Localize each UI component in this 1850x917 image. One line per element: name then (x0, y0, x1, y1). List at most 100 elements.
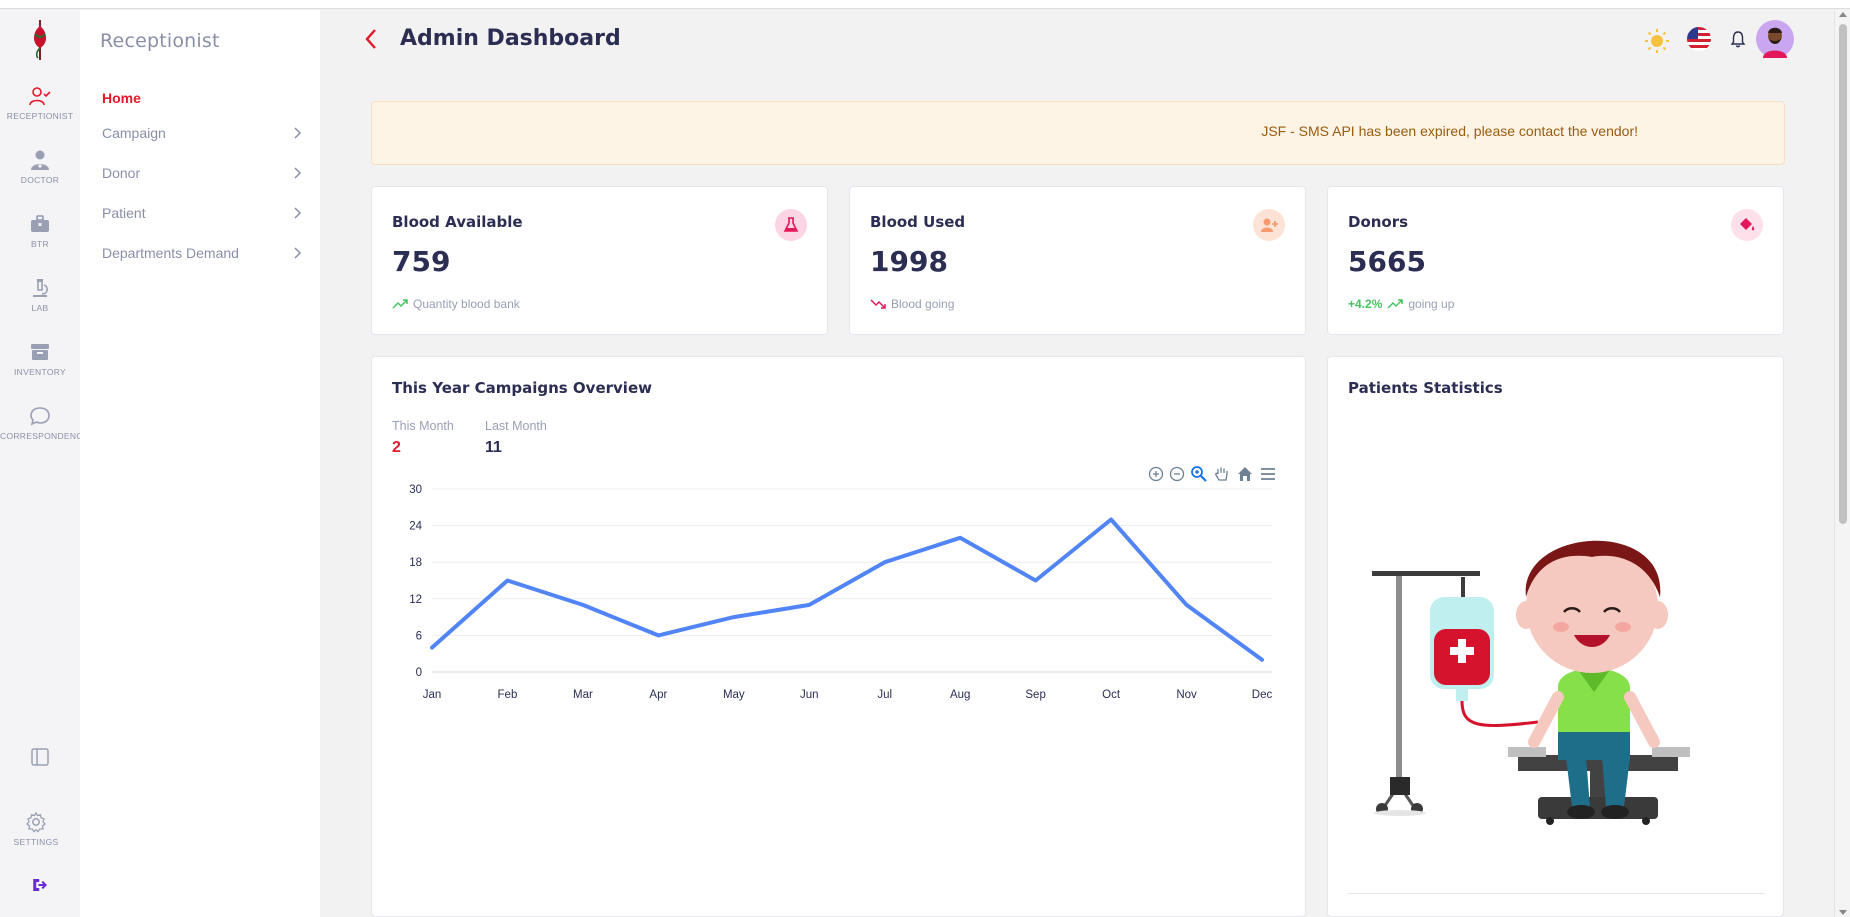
this-month-value: 2 (392, 439, 401, 456)
stat-value: 759 (392, 245, 451, 278)
stat-subtext-label: Quantity blood bank (413, 297, 520, 311)
alert-message: JSF - SMS API has been expired, please c… (1261, 123, 1638, 139)
rail-item-btr[interactable]: BTR (0, 212, 80, 249)
rail-label: SETTINGS (13, 837, 59, 847)
y-tick-label: 30 (409, 484, 422, 496)
stat-card-blood-available: Blood Available 759 Quantity blood bank (371, 186, 828, 335)
section-sidebar: Receptionist Home Campaign Donor Patient… (80, 10, 320, 917)
back-arrow-icon[interactable] (364, 28, 378, 50)
x-tick-label: Aug (950, 689, 970, 701)
app-logo-icon[interactable] (28, 18, 52, 62)
stat-value: 5665 (1348, 245, 1426, 278)
y-tick-label: 24 (409, 521, 422, 533)
chat-bubble-icon (30, 407, 50, 426)
icon-rail: RECEPTIONIST DOCTOR BTR LAB INVENTORY CO… (0, 10, 89, 917)
y-tick-label: 12 (409, 594, 422, 606)
archive-box-icon (31, 344, 49, 360)
stat-card-donors: Donors 5665 +4.2% going up (1327, 186, 1784, 335)
stat-card-blood-used: Blood Used 1998 Blood going (849, 186, 1306, 335)
x-tick-label: Jun (800, 689, 819, 701)
x-tick-label: Dec (1252, 689, 1273, 701)
scrollbar-thumb[interactable] (1839, 24, 1847, 524)
sun-icon[interactable] (1644, 28, 1670, 54)
doctor-icon (31, 150, 49, 170)
rail-label: DOCTOR (20, 175, 60, 185)
stat-badge (1253, 209, 1285, 241)
chevron-right-icon (294, 167, 302, 179)
x-tick-label: May (723, 689, 745, 701)
subnav-item-campaign[interactable]: Campaign (102, 125, 302, 141)
briefcase-icon (31, 215, 49, 232)
blood-donation-illustration (1372, 540, 1690, 825)
scroll-up-arrow-icon[interactable] (1839, 12, 1847, 17)
stat-badge (775, 209, 807, 241)
rail-label: RECEPTIONIST (6, 111, 74, 121)
stat-subtext: Quantity blood bank (392, 297, 520, 311)
chevron-right-icon (294, 207, 302, 219)
subnav-label: Patient (102, 205, 146, 221)
x-tick-label: Sep (1025, 689, 1045, 701)
subnav-item-home[interactable]: Home (102, 90, 302, 106)
rail-label: CORRESPONDENCE (0, 431, 89, 441)
subnav-item-donor[interactable]: Donor (102, 165, 302, 181)
subnav-label: Campaign (102, 125, 166, 141)
campaigns-line-chart: 0 6 12 18 24 30 Jan Feb Mar Apr May Jun Jul Aug Sep Oct… (409, 484, 1273, 701)
user-plus-icon (1261, 218, 1278, 232)
rail-item-settings[interactable]: SETTINGS (0, 810, 72, 847)
rail-item-inventory[interactable]: INVENTORY (0, 340, 80, 377)
x-tick-label: Mar (573, 689, 593, 701)
scroll-down-arrow-icon[interactable] (1839, 910, 1847, 915)
sidebar-layout-icon (31, 748, 49, 766)
user-avatar-icon[interactable] (1756, 20, 1794, 58)
subnav-label: Departments Demand (102, 245, 239, 261)
subnav-item-patient[interactable]: Patient (102, 205, 302, 221)
rail-label: LAB (31, 303, 49, 313)
stat-subtext: +4.2% going up (1348, 297, 1454, 311)
stat-percent: +4.2% (1348, 297, 1383, 311)
us-flag-icon[interactable] (1686, 26, 1712, 52)
rail-item-correspondence[interactable]: CORRESPONDENCE (0, 404, 89, 441)
patients-title: Patients Statistics (1348, 379, 1503, 397)
trend-up-icon (392, 299, 408, 309)
campaigns-overview-card: This Year Campaigns Overview This Month … (371, 356, 1306, 917)
logout-button[interactable] (0, 876, 80, 894)
this-month-label: This Month (392, 419, 454, 433)
page-title: Admin Dashboard (400, 26, 621, 51)
rail-item-lab[interactable]: LAB (0, 276, 80, 313)
x-tick-label: Oct (1102, 689, 1121, 701)
x-tick-label: Feb (498, 689, 518, 701)
rail-item-receptionist[interactable]: RECEPTIONIST (0, 84, 80, 121)
page-scrollbar[interactable] (1834, 10, 1850, 917)
patients-statistics-card: Patients Statistics (1327, 356, 1784, 917)
card-divider (1348, 893, 1765, 894)
x-tick-label: Jul (877, 689, 892, 701)
logout-icon (33, 879, 48, 891)
subnav-label: Home (102, 90, 141, 106)
stat-value: 1998 (870, 245, 948, 278)
campaigns-title: This Year Campaigns Overview (392, 379, 652, 397)
bell-icon[interactable] (1730, 30, 1746, 48)
paint-bucket-icon (1740, 218, 1755, 231)
user-check-icon (29, 87, 51, 106)
sms-expired-alert: JSF - SMS API has been expired, please c… (371, 101, 1785, 165)
rail-label: BTR (31, 239, 49, 249)
sidebar-toggle-button[interactable] (0, 745, 80, 769)
x-tick-label: Jan (423, 689, 442, 701)
subnav-item-departments-demand[interactable]: Departments Demand (102, 245, 302, 261)
stat-badge (1731, 209, 1763, 241)
stat-subtext: Blood going (870, 297, 954, 311)
stat-title: Blood Available (392, 213, 523, 231)
section-title: Receptionist (100, 30, 220, 52)
last-month-label: Last Month (485, 419, 547, 433)
gear-icon (26, 811, 46, 833)
x-tick-label: Apr (649, 689, 667, 701)
chevron-right-icon (294, 247, 302, 259)
x-tick-label: Nov (1176, 689, 1197, 701)
subnav-label: Donor (102, 165, 141, 181)
stat-subtext-label: going up (1408, 297, 1455, 311)
stat-title: Donors (1348, 213, 1409, 231)
chevron-right-icon (294, 127, 302, 139)
last-month-value: 11 (485, 439, 502, 456)
rail-label: INVENTORY (14, 367, 66, 377)
rail-item-doctor[interactable]: DOCTOR (0, 148, 80, 185)
